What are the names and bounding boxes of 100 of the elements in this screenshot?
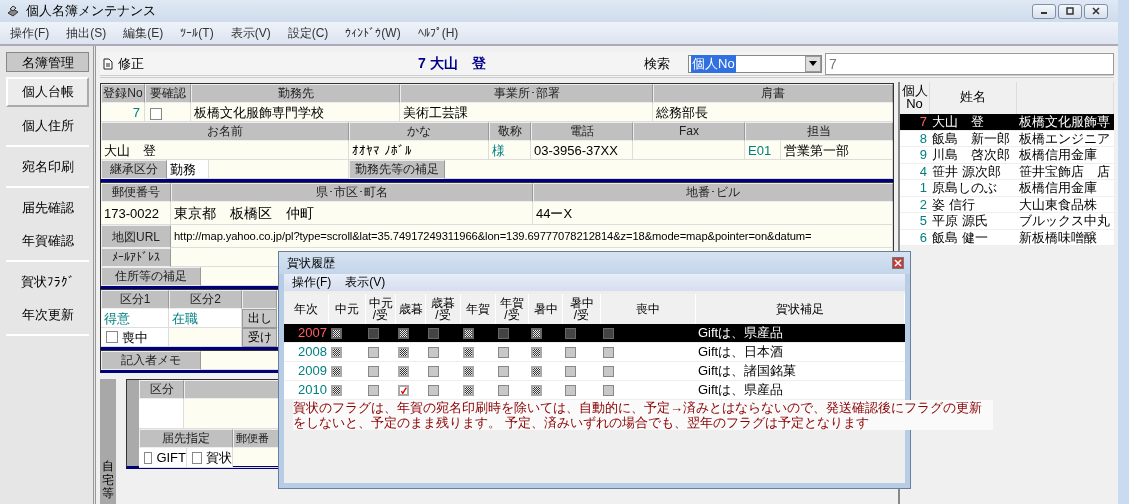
flag-checkbox[interactable] bbox=[565, 346, 576, 358]
mode-label: 修正 bbox=[118, 54, 145, 73]
flag-checkbox[interactable] bbox=[531, 365, 542, 377]
checkbox[interactable] bbox=[106, 331, 118, 343]
menu-item[interactable]: 表示(V) bbox=[345, 274, 386, 291]
flag-checkbox[interactable] bbox=[368, 384, 379, 396]
flag-checkbox[interactable] bbox=[368, 365, 379, 377]
table-row[interactable]: 2009 Giftは、諸国銘菓 bbox=[284, 362, 905, 381]
menu-item[interactable]: ﾍﾙﾌﾟ(H) bbox=[417, 26, 459, 40]
side-tab[interactable]: 自宅等 bbox=[100, 379, 116, 504]
list-row[interactable]: 1 原島しのぶ 板橋信用金庫 bbox=[900, 180, 1114, 197]
menu-item[interactable]: 抽出(S) bbox=[66, 24, 107, 42]
flag-checkbox[interactable] bbox=[603, 327, 614, 339]
flag-checkbox[interactable] bbox=[498, 327, 509, 339]
menu-item[interactable]: 表示(V) bbox=[230, 24, 271, 42]
receive-button[interactable]: 受け bbox=[242, 328, 277, 347]
list-cell-text: 原島しのぶ bbox=[931, 180, 998, 196]
sidebar-item[interactable]: 年賀確認 bbox=[6, 224, 89, 257]
flag-checkbox[interactable] bbox=[428, 384, 439, 396]
class-field[interactable]: 得意 bbox=[101, 309, 169, 328]
flag-checkbox[interactable] bbox=[498, 346, 509, 358]
list-row[interactable]: 5 平原 源氏 ブルックス中丸 bbox=[900, 213, 1114, 230]
class-field[interactable]: 在職 bbox=[169, 309, 242, 328]
flag-checkbox[interactable] bbox=[531, 327, 542, 339]
column-header: 肩書 bbox=[653, 84, 893, 103]
flag-checkbox[interactable] bbox=[428, 327, 439, 339]
restore-button[interactable] bbox=[1058, 3, 1082, 19]
field-label: 住所等の補足 bbox=[101, 267, 201, 286]
table-row[interactable]: 2010 Giftは、県産品 bbox=[284, 381, 905, 400]
flag-checkbox[interactable] bbox=[463, 346, 474, 358]
flag-checkbox[interactable] bbox=[463, 327, 474, 339]
table-row[interactable]: 2008 Giftは、日本酒 bbox=[284, 343, 905, 362]
field-label: 地図URL bbox=[101, 225, 171, 248]
column-header: 歳暮 bbox=[396, 294, 426, 324]
flag-checkbox[interactable] bbox=[565, 365, 576, 377]
table-row[interactable]: 2007 Giftは、県産品 bbox=[284, 324, 905, 343]
empty-field[interactable] bbox=[139, 399, 184, 429]
flag-checkbox[interactable] bbox=[428, 346, 439, 358]
flag-checkbox[interactable] bbox=[398, 327, 409, 339]
flag-checkbox[interactable] bbox=[398, 384, 409, 396]
close-button[interactable] bbox=[892, 257, 904, 269]
list-cell-text: 6 bbox=[918, 229, 928, 246]
flag-checkbox[interactable] bbox=[398, 365, 409, 377]
fax-field[interactable] bbox=[633, 141, 745, 160]
flag-checkbox[interactable] bbox=[498, 384, 509, 396]
list-row[interactable]: 7 大山 登 板橋文化服飾専 bbox=[900, 114, 1114, 131]
column-header: 勤務先 bbox=[191, 84, 400, 103]
flag-checkbox[interactable] bbox=[331, 365, 342, 377]
map-url-field[interactable]: http://map.yahoo.co.jp/pl?type=scroll&lat=35.74917249311966&lon=139.69777078212814&z=18&mode=map&pointer=on&datum= bbox=[171, 225, 893, 248]
flag-checkbox[interactable] bbox=[603, 384, 614, 396]
flag-checkbox[interactable] bbox=[331, 384, 342, 396]
dropdown-arrow-icon bbox=[809, 61, 817, 66]
column-header: 区分 bbox=[139, 380, 184, 399]
menu-item[interactable]: ﾂｰﾙ(T) bbox=[180, 26, 214, 40]
send-button[interactable]: 出し bbox=[242, 309, 277, 328]
column-header: 暑中 /受 bbox=[563, 294, 601, 324]
flag-checkbox[interactable] bbox=[463, 384, 474, 396]
city-field[interactable]: 東京都 板橋区 仲町 bbox=[171, 202, 533, 225]
flag-checkbox[interactable] bbox=[565, 327, 576, 339]
checkbox[interactable] bbox=[144, 451, 153, 464]
column-header: 年次 bbox=[284, 294, 329, 324]
list-cell-text: 板橋信用金庫 bbox=[1018, 147, 1098, 163]
flag-checkbox[interactable] bbox=[398, 346, 409, 358]
flag-checkbox[interactable] bbox=[368, 327, 379, 339]
inherit-field[interactable]: 勤務 bbox=[167, 160, 209, 179]
sidebar-header[interactable]: 名簿管理 bbox=[6, 52, 89, 72]
minimize-button[interactable] bbox=[1032, 3, 1056, 19]
flag-checkbox[interactable] bbox=[331, 327, 342, 339]
menu-item[interactable]: 編集(E) bbox=[123, 24, 164, 42]
sidebar-item[interactable]: 届先確認 bbox=[6, 191, 89, 224]
sidebar-item[interactable]: 年次更新 bbox=[6, 298, 89, 331]
list-row[interactable]: 9 川島 啓次郎 板橋信用金庫 bbox=[900, 147, 1114, 164]
phone-field[interactable]: 03-3956-37XX bbox=[531, 141, 633, 160]
street-field[interactable]: 44ーX bbox=[533, 202, 893, 225]
flag-checkbox[interactable] bbox=[331, 346, 342, 358]
search-dropdown[interactable]: 個人No bbox=[688, 54, 822, 73]
flag-checkbox[interactable] bbox=[368, 346, 379, 358]
flag-checkbox[interactable] bbox=[428, 365, 439, 377]
sidebar-item[interactable]: 賀状ﾌﾗｸﾞ bbox=[6, 265, 89, 298]
checkbox[interactable] bbox=[150, 107, 162, 120]
menu-item[interactable]: ｳｨﾝﾄﾞｳ(W) bbox=[345, 26, 401, 40]
flag-checkbox[interactable] bbox=[463, 365, 474, 377]
flag-checkbox[interactable] bbox=[498, 365, 509, 377]
note-field[interactable] bbox=[445, 160, 893, 179]
flag-checkbox[interactable] bbox=[531, 346, 542, 358]
menu-item[interactable]: 操作(F) bbox=[292, 274, 332, 291]
search-field[interactable]: 7 bbox=[825, 52, 1114, 75]
flag-checkbox[interactable] bbox=[531, 384, 542, 396]
menu-item[interactable]: 設定(C) bbox=[287, 24, 329, 42]
flag-checkbox[interactable] bbox=[565, 384, 576, 396]
honorific-field[interactable]: 様 bbox=[489, 141, 531, 160]
flag-checkbox[interactable] bbox=[603, 346, 614, 358]
checkbox[interactable] bbox=[192, 451, 202, 464]
menu-item[interactable]: 操作(F) bbox=[10, 24, 50, 42]
note-cell-text: Giftは、県産品 bbox=[697, 381, 785, 399]
sidebar-item[interactable]: 個人台帳 bbox=[6, 77, 89, 107]
sidebar-item[interactable]: 個人住所 bbox=[6, 109, 89, 142]
flag-checkbox[interactable] bbox=[603, 365, 614, 377]
close-button[interactable] bbox=[1084, 3, 1108, 19]
sidebar-item[interactable]: 宛名印刷 bbox=[6, 150, 89, 183]
